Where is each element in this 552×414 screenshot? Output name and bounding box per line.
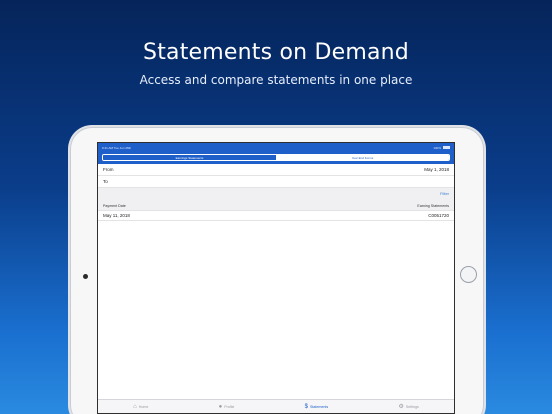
dollar-icon: $	[304, 403, 308, 410]
profile-icon: ●	[218, 403, 223, 410]
filter-link[interactable]: Filter	[440, 191, 449, 196]
battery-icon	[443, 146, 450, 149]
payment-date-cell: May 11, 2018	[103, 213, 130, 218]
tab-settings[interactable]: ⚙ Settings	[398, 404, 418, 410]
tab-home-label: Home	[138, 404, 149, 409]
tab-profile-label: Profile	[224, 404, 235, 409]
gear-icon: ⚙	[398, 403, 404, 410]
tab-statements[interactable]: $ Statements	[305, 404, 329, 410]
to-label: To	[103, 179, 108, 184]
tab-home[interactable]: ⌂ Home	[133, 404, 148, 410]
status-time: 9:41 AM Tue Jun 26th	[102, 145, 132, 150]
to-date-row[interactable]: To	[98, 176, 454, 188]
table-header-section: Filter Payment Date Earning Statements	[98, 188, 454, 211]
tab-bar: ⌂ Home ● Profile $ Statements ⚙ Settings	[98, 399, 454, 413]
camera-icon	[83, 274, 88, 279]
tab-settings-label: Settings	[405, 404, 419, 409]
statement-id-cell: C0051720	[428, 213, 449, 218]
column-headers: Payment Date Earning Statements	[103, 204, 449, 208]
marketing-subheadline: Access and compare statements in one pla…	[139, 73, 413, 87]
segment-earnings-statements[interactable]: Earnings Statements	[103, 155, 276, 160]
from-value: May 1, 2018	[424, 167, 449, 172]
column-header-earning-statements: Earning Statements	[417, 204, 449, 208]
home-icon: ⌂	[133, 403, 137, 410]
segmented-control: Earnings Statements Year End Forms	[102, 154, 450, 161]
marketing-headline: Statements on Demand	[143, 40, 409, 65]
status-bar: 9:41 AM Tue Jun 26th 100%	[98, 143, 454, 152]
status-battery-percent: 100%	[433, 145, 441, 150]
tab-statements-label: Statements	[310, 404, 329, 409]
app-screen: 9:41 AM Tue Jun 26th 100% Earnings State…	[97, 142, 455, 414]
column-header-payment-date: Payment Date	[103, 204, 126, 208]
segment-bar: Earnings Statements Year End Forms	[98, 152, 454, 164]
from-label: From	[103, 167, 114, 172]
segment-year-end-forms[interactable]: Year End Forms	[276, 155, 449, 160]
from-date-row[interactable]: From May 1, 2018	[98, 164, 454, 176]
table-row[interactable]: May 11, 2018 C0051720	[98, 211, 454, 221]
home-hardware-button	[460, 266, 477, 283]
tab-profile[interactable]: ● Profile	[219, 404, 235, 410]
